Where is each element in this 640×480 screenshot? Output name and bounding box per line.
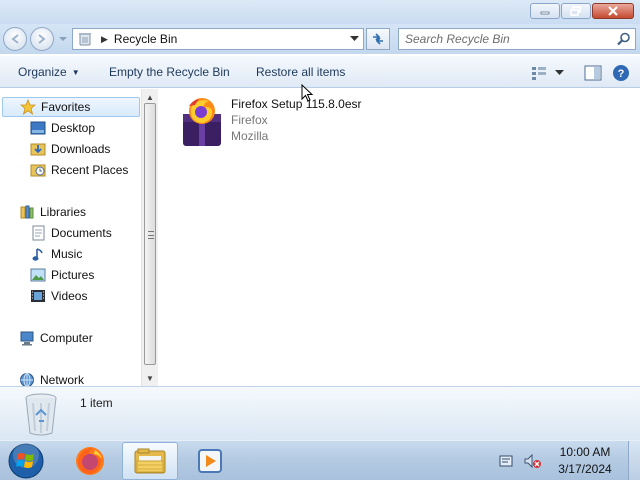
view-options-dropdown-icon[interactable] [555,70,564,76]
search-input[interactable] [399,29,609,49]
details-pane: 1 item [0,386,640,440]
navigation-pane: Favorites Desktop Downloads Recent Place… [0,89,158,387]
scrollbar-thumb[interactable] [144,103,156,365]
search-box[interactable] [398,28,636,50]
address-row: ▶ Recycle Bin [0,24,640,54]
clock-date: 3/17/2024 [558,462,612,476]
help-icon[interactable]: ? [612,64,630,82]
recycle-bin-icon [25,393,57,436]
view-controls: ? [523,64,630,82]
file-company: Mozilla [231,129,269,143]
svg-text:?: ? [618,68,625,80]
nav-computer-label: Computer [40,331,93,345]
empty-recycle-bin-button[interactable]: Empty the Recycle Bin [109,65,230,79]
recent-places-icon [30,162,46,178]
nav-computer[interactable]: Computer [19,328,93,348]
nav-desktop[interactable]: Desktop [30,118,95,138]
explorer-folder-icon [134,448,166,474]
nav-libraries-label: Libraries [40,205,87,219]
back-button[interactable] [3,27,27,51]
nav-videos[interactable]: Videos [30,286,87,306]
preview-pane-icon[interactable] [584,65,602,81]
desktop-icon [30,120,46,136]
nav-documents[interactable]: Documents [30,223,112,243]
nav-downloads-label: Downloads [51,142,111,156]
nav-pictures-label: Pictures [51,268,95,282]
nav-music[interactable]: Music [30,244,82,264]
close-icon [608,6,618,16]
forward-button[interactable] [30,27,54,51]
file-list: Firefox Setup 115.8.0esr Firefox Mozilla [159,89,640,386]
libraries-icon [19,204,35,220]
clock-time: 10:00 AM [559,445,611,459]
nav-downloads[interactable]: Downloads [30,139,110,159]
recent-pages-dropdown-icon[interactable] [59,35,67,43]
title-bar [0,0,640,24]
media-player-icon [198,449,222,473]
search-icon[interactable] [617,32,631,46]
navigation-scrollbar[interactable]: ▲ ▼ [141,89,158,386]
nav-recent-places-label: Recent Places [51,163,129,177]
show-desktop-button[interactable] [628,441,640,480]
organize-label: Organize [18,65,67,79]
pictures-icon [30,267,46,283]
list-item[interactable]: Firefox Setup 115.8.0esr Firefox Mozilla [179,94,379,150]
nav-favorites-label: Favorites [41,100,91,114]
nav-libraries[interactable]: Libraries [19,202,86,222]
nav-pictures[interactable]: Pictures [30,265,94,285]
scroll-up-icon[interactable]: ▲ [146,93,154,102]
computer-icon [19,330,35,346]
downloads-folder-icon [30,141,46,157]
nav-favorites[interactable]: Favorites [2,97,140,117]
file-product: Firefox [231,113,268,127]
taskbar-media-player[interactable] [182,442,238,480]
refresh-button[interactable] [366,28,390,50]
action-center-flag-icon[interactable] [498,453,514,469]
taskbar-windows-explorer[interactable] [122,442,178,480]
taskbar-firefox[interactable] [62,442,118,480]
nav-desktop-label: Desktop [51,121,96,135]
back-arrow-icon [11,34,19,44]
recycle-bin-small-icon [79,33,91,46]
organize-dropdown-icon: ▼ [71,68,80,77]
clock[interactable]: 10:00 AM 3/17/2024 [552,444,618,478]
documents-icon [30,225,46,241]
star-icon [20,99,36,115]
minimize-button[interactable] [530,3,560,19]
command-bar: Organize ▼ Empty the Recycle Bin Restore … [0,56,640,88]
change-view-icon[interactable] [531,66,547,80]
forward-arrow-icon [38,34,46,44]
scroll-down-icon[interactable]: ▼ [146,374,154,383]
volume-muted-icon[interactable] [524,453,542,469]
system-tray: 10:00 AM 3/17/2024 [498,441,640,480]
minimize-icon [540,11,550,15]
nav-videos-label: Videos [51,289,88,303]
file-name: Firefox Setup 115.8.0esr [231,97,362,111]
breadcrumb-chevron-icon[interactable]: ▶ [101,34,108,45]
nav-music-label: Music [51,247,83,261]
breadcrumb-recycle-bin[interactable]: Recycle Bin [114,32,177,46]
restore-all-items-button[interactable]: Restore all items [256,65,345,79]
refresh-icon [373,33,383,45]
address-bar[interactable]: ▶ Recycle Bin [72,28,364,50]
videos-icon [30,288,46,304]
nav-network-label: Network [40,373,85,387]
scrollbar-grip-icon [148,231,154,239]
close-button[interactable] [592,3,634,19]
taskbar: 10:00 AM 3/17/2024 [0,440,640,480]
restore-down-icon [570,6,581,16]
mouse-cursor-icon [301,84,313,102]
nav-documents-label: Documents [51,226,112,240]
nav-recent-places[interactable]: Recent Places [30,160,128,180]
window-controls [529,3,634,19]
music-note-icon [30,246,46,262]
firefox-installer-icon [183,98,221,146]
firefox-icon [76,447,104,475]
organize-button[interactable]: Organize ▼ [18,65,80,79]
item-count: 1 item [80,396,113,410]
windows-logo-icon [8,443,44,479]
start-button[interactable] [6,442,46,480]
address-dropdown-icon[interactable] [350,36,359,42]
maximize-button[interactable] [561,3,591,19]
